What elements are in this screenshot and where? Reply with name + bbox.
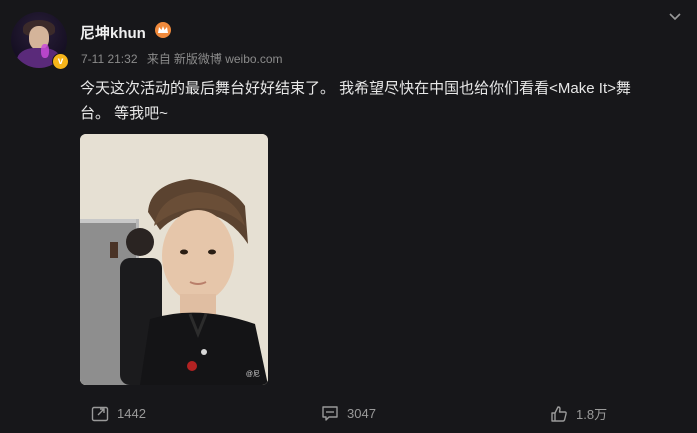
comment-button[interactable]: 3047: [321, 404, 376, 422]
source-prefix: 来自: [146, 52, 171, 66]
post-date[interactable]: 7-11 21:32: [81, 52, 138, 66]
post-text-line-1: 今天这次活动的最后舞台好好结束了。 我希望尽快在中国也给你们看看<Make It…: [80, 80, 631, 97]
post-meta: 7-11 21:32 来自 新版微博 weibo.com: [81, 50, 289, 67]
post-source[interactable]: 新版微博 weibo.com: [174, 52, 283, 66]
chevron-down-icon[interactable]: [668, 9, 682, 21]
comment-icon: [322, 406, 338, 421]
avatar-light: [41, 44, 49, 58]
forward-button[interactable]: 1442: [91, 404, 146, 422]
image-watermark: @尼: [245, 371, 260, 378]
like-count: 1.8万: [576, 407, 608, 422]
post-text: 今天这次活动的最后舞台好好结束了。 我希望尽快在中国也给你们看看<Make It…: [80, 76, 680, 126]
selfie-illustration: [80, 134, 268, 385]
thumbs-up-icon: [551, 405, 567, 422]
like-button[interactable]: 1.8万: [550, 404, 607, 423]
weibo-post-card: v 尼坤khun 7-11 21:32 来自 新版微博 weibo.com 今天这…: [0, 0, 697, 433]
post-text-line-2: 台。 等我吧~: [80, 105, 168, 122]
forward-count: 1442: [117, 405, 146, 421]
username[interactable]: 尼坤khun: [80, 22, 146, 43]
action-bar: 1442 3047 1.8万: [0, 400, 697, 433]
crown-icon[interactable]: [155, 22, 171, 38]
verified-badge-icon: v: [52, 53, 69, 70]
post-image[interactable]: @尼: [80, 134, 268, 385]
comment-count: 3047: [347, 405, 376, 421]
forward-icon: [91, 406, 109, 422]
